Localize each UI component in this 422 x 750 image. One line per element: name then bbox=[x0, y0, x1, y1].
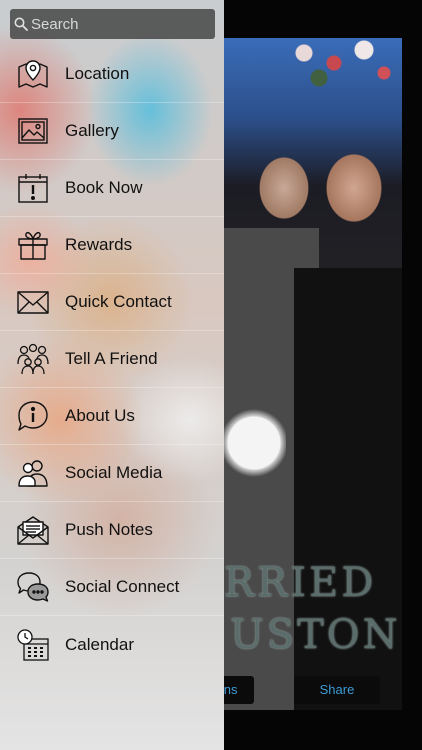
open-envelope-icon bbox=[15, 512, 51, 548]
menu-item-book-now[interactable]: Book Now bbox=[0, 160, 224, 217]
menu-item-label: Calendar bbox=[65, 634, 134, 654]
bouquet bbox=[224, 408, 286, 478]
image-icon bbox=[15, 113, 51, 149]
menu-item-label: Book Now bbox=[65, 178, 143, 197]
banner-line-2: USTON bbox=[230, 612, 401, 658]
menu-item-about-us[interactable]: About Us bbox=[0, 388, 224, 445]
search-bar[interactable] bbox=[10, 9, 215, 39]
info-icon bbox=[15, 398, 51, 434]
banner-title: RRIED USTON bbox=[224, 560, 402, 658]
search-input[interactable] bbox=[31, 9, 211, 39]
menu-item-tell-a-friend[interactable]: Tell A Friend bbox=[0, 331, 224, 388]
menu-item-social-connect[interactable]: Social Connect bbox=[0, 559, 224, 616]
menu-item-label: Location bbox=[65, 64, 130, 83]
menu-item-label: Tell A Friend bbox=[65, 349, 158, 368]
menu-item-label: Social Media bbox=[65, 463, 163, 482]
users-icon bbox=[15, 455, 51, 491]
wedding-photo: RRIED USTON bbox=[224, 38, 402, 710]
share-button[interactable]: Share bbox=[294, 676, 380, 704]
search-icon bbox=[14, 17, 28, 31]
menu-item-rewards[interactable]: Rewards bbox=[0, 217, 224, 274]
menu-item-label: Push Notes bbox=[65, 520, 153, 539]
menu-item-label: Quick Contact bbox=[65, 292, 172, 311]
people-icon bbox=[15, 341, 51, 377]
menu-item-location[interactable]: Location bbox=[0, 46, 224, 103]
menu-item-label: About Us bbox=[65, 406, 135, 425]
menu-item-gallery[interactable]: Gallery bbox=[0, 103, 224, 160]
map-pin-icon bbox=[15, 56, 51, 92]
menu-item-social-media[interactable]: Social Media bbox=[0, 445, 224, 502]
menu-item-quick-contact[interactable]: Quick Contact bbox=[0, 274, 224, 331]
menu-item-label: Gallery bbox=[65, 121, 119, 140]
menu-item-label: Rewards bbox=[65, 235, 133, 254]
calendar-alert-icon bbox=[15, 170, 51, 206]
calendar-clock-icon bbox=[15, 627, 51, 663]
banner-line-1: RRIED bbox=[224, 560, 377, 606]
menu-item-calendar[interactable]: Calendar bbox=[0, 616, 224, 673]
bottom-button-bar: ons Share bbox=[200, 676, 402, 704]
chat-bubbles-icon bbox=[15, 569, 51, 605]
side-drawer: Location Gallery bbox=[0, 0, 224, 750]
gift-icon bbox=[15, 227, 51, 263]
flower-decoration bbox=[284, 38, 402, 93]
menu-item-label: Social Connect bbox=[65, 577, 180, 596]
envelope-icon bbox=[15, 284, 51, 320]
menu-item-push-notes[interactable]: Push Notes bbox=[0, 502, 224, 559]
drawer-menu: Location Gallery Book Now Rewards Quick … bbox=[0, 46, 224, 673]
